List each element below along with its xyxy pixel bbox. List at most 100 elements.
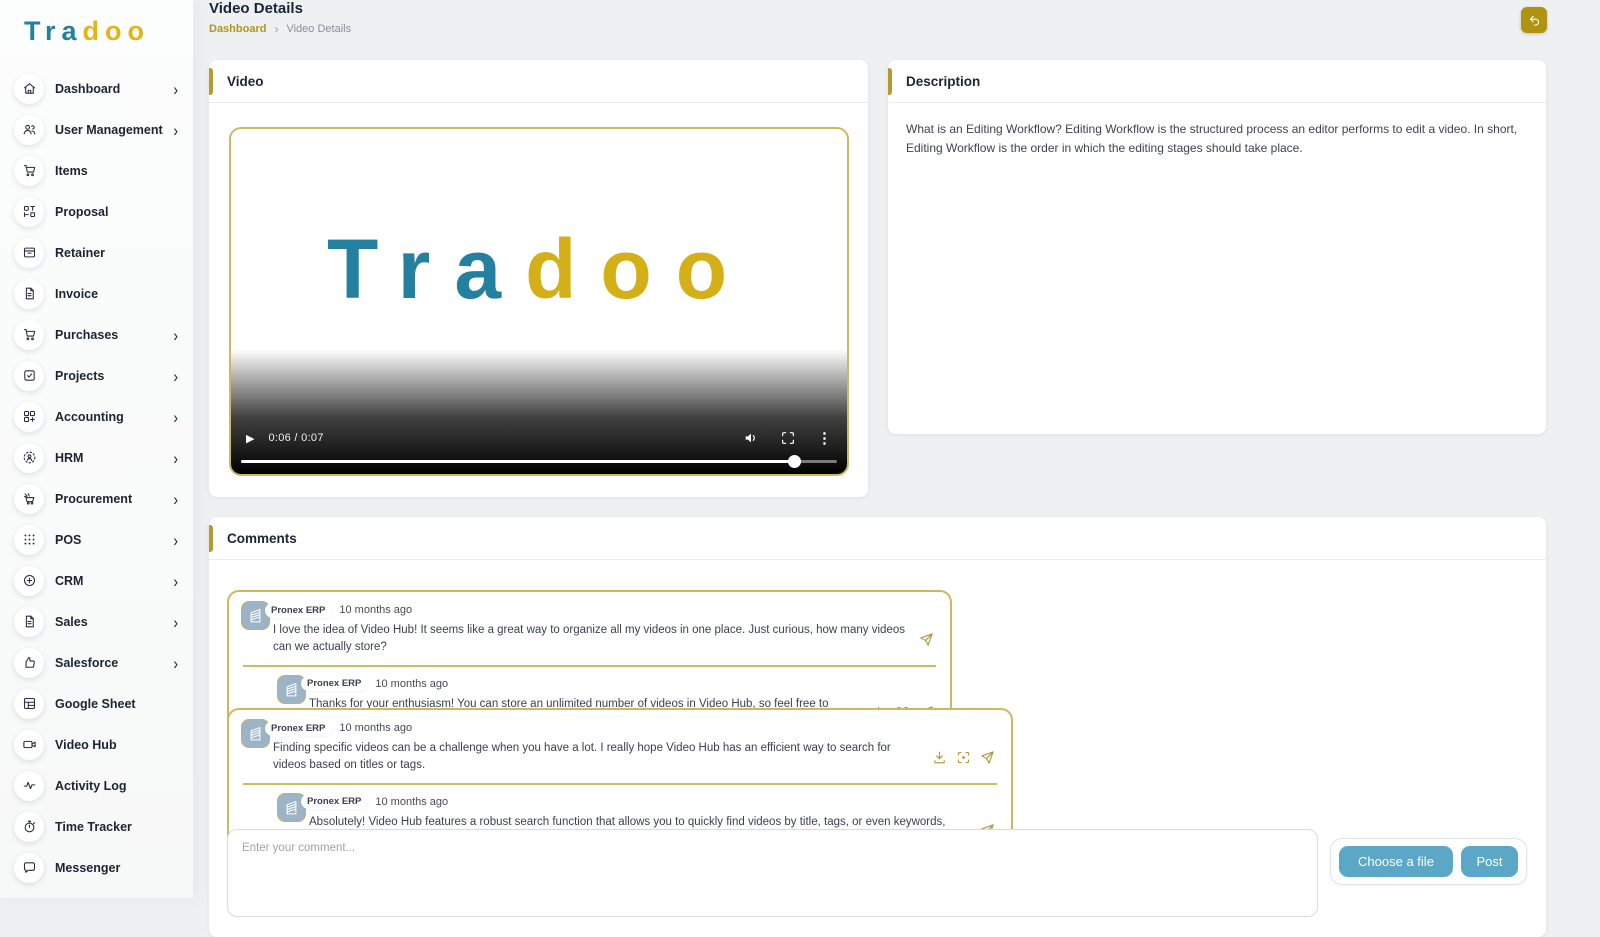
send-icon[interactable] — [980, 750, 995, 765]
sidebar-item-user-management[interactable]: User Management › — [0, 109, 193, 150]
chevron-right-icon: › — [173, 572, 178, 589]
sidebar-item-accounting[interactable]: Accounting › — [0, 396, 193, 437]
circle-plus-icon — [14, 566, 44, 596]
procurement-cart-icon — [14, 484, 44, 514]
send-icon[interactable] — [919, 632, 934, 647]
watermark-teal-part: Tra — [327, 222, 525, 316]
choose-file-button[interactable]: Choose a file — [1339, 846, 1453, 877]
cart-icon — [14, 156, 44, 186]
comments-card-title: Comments — [209, 531, 297, 546]
video-card: Video Tradoo ▶ 0:06 / 0:07 ⋮ — [209, 60, 868, 497]
volume-icon[interactable] — [743, 430, 759, 446]
sidebar-item-label: Time Tracker — [55, 820, 132, 834]
sidebar-item-hrm[interactable]: HRM › — [0, 437, 193, 478]
chevron-right-icon: › — [173, 408, 178, 425]
sidebar-item-crm[interactable]: CRM › — [0, 560, 193, 601]
breadcrumb-dashboard-link[interactable]: Dashboard — [209, 23, 266, 35]
chevron-right-icon: › — [173, 121, 178, 138]
sidebar-item-pos[interactable]: POS › — [0, 519, 193, 560]
sidebar-item-dashboard[interactable]: Dashboard › — [0, 68, 193, 109]
sidebar-item-proposal[interactable]: Proposal — [0, 191, 193, 232]
comments-card-header: Comments — [209, 517, 1546, 560]
sidebar-item-invoice[interactable]: Invoice — [0, 273, 193, 314]
breadcrumb: Dashboard › Video Details — [209, 22, 351, 36]
comment-text: I love the idea of Video Hub! It seems l… — [273, 622, 907, 657]
comment-timestamp: 10 months ago — [375, 678, 448, 690]
sidebar-item-label: POS — [55, 533, 81, 547]
app-logo[interactable]: Tradoo — [0, 0, 193, 47]
chevron-right-icon: › — [173, 490, 178, 507]
home-icon — [14, 74, 44, 104]
sidebar-item-label: Activity Log — [55, 779, 127, 793]
dots-grid-icon — [14, 525, 44, 555]
video-watermark: Tradoo — [231, 221, 847, 318]
sidebar-item-projects[interactable]: Projects › — [0, 355, 193, 396]
sidebar-item-label: Items — [55, 164, 88, 178]
breadcrumb-separator: › — [274, 22, 278, 36]
page-title: Video Details — [209, 0, 303, 17]
description-card-header: Description — [888, 60, 1546, 103]
sidebar-item-label: Sales — [55, 615, 88, 629]
video-time-display: 0:06 / 0:07 — [268, 432, 323, 444]
gold-accent-bar — [209, 525, 213, 552]
sidebar-item-label: Invoice — [55, 287, 98, 301]
comment: Pronex ERP 10 months ago I love the idea… — [239, 598, 940, 660]
sidebar-item-messenger[interactable]: Messenger — [0, 847, 193, 888]
sidebar-item-items[interactable]: Items — [0, 150, 193, 191]
gold-accent-bar — [209, 68, 213, 95]
sidebar-item-purchases[interactable]: Purchases › — [0, 314, 193, 355]
building-icon — [282, 680, 301, 699]
fullscreen-icon[interactable] — [780, 430, 796, 446]
sidebar-item-salesforce[interactable]: Salesforce › — [0, 642, 193, 683]
chevron-right-icon: › — [173, 654, 178, 671]
sidebar-item-label: Accounting — [55, 410, 124, 424]
sidebar-item-label: Procurement — [55, 492, 132, 506]
sidebar-item-label: Google Sheet — [55, 697, 136, 711]
breadcrumb-current: Video Details — [286, 23, 351, 35]
sidebar-item-sales[interactable]: Sales › — [0, 601, 193, 642]
back-button[interactable] — [1521, 7, 1547, 33]
description-card-title: Description — [888, 74, 980, 89]
comment-input[interactable] — [227, 829, 1318, 917]
cart-icon — [14, 320, 44, 350]
grid-plus-icon — [14, 402, 44, 432]
sidebar-item-label: Salesforce — [55, 656, 118, 670]
logo-yellow-part: doo — [83, 16, 150, 46]
thread-divider — [243, 783, 997, 785]
comment-author: Pronex ERP — [301, 794, 369, 809]
check-square-icon — [14, 361, 44, 391]
more-options-icon[interactable]: ⋮ — [817, 429, 832, 447]
sidebar-item-label: Dashboard — [55, 82, 120, 96]
video-progress-bar[interactable] — [241, 460, 837, 463]
play-button[interactable]: ▶ — [246, 432, 254, 445]
comment-author: Pronex ERP — [265, 721, 333, 736]
sidebar-item-video-hub[interactable]: Video Hub — [0, 724, 193, 765]
sidebar-item-label: Messenger — [55, 861, 120, 875]
comment: Pronex ERP 10 months ago Finding specifi… — [239, 716, 1001, 778]
comments-card: Comments Pronex ERP 10 months ago I love… — [209, 517, 1546, 937]
sidebar-item-label: HRM — [55, 451, 83, 465]
sidebar: Tradoo Dashboard › User Management › Ite… — [0, 0, 193, 898]
sidebar-item-retainer[interactable]: Retainer — [0, 232, 193, 273]
chevron-right-icon: › — [173, 326, 178, 343]
sidebar-item-time-tracker[interactable]: Time Tracker — [0, 806, 193, 847]
chevron-right-icon: › — [173, 367, 178, 384]
download-icon[interactable] — [932, 750, 947, 765]
chevron-right-icon: › — [173, 613, 178, 630]
post-button[interactable]: Post — [1461, 846, 1518, 877]
scan-icon[interactable] — [956, 750, 971, 765]
users-icon — [14, 115, 44, 145]
video-player[interactable]: Tradoo ▶ 0:06 / 0:07 ⋮ — [229, 127, 849, 476]
video-card-header: Video — [209, 60, 868, 103]
building-icon — [282, 798, 301, 817]
sidebar-item-google-sheet[interactable]: Google Sheet — [0, 683, 193, 724]
pulse-icon — [14, 771, 44, 801]
video-camera-icon — [14, 730, 44, 760]
document-icon — [14, 607, 44, 637]
card-icon — [14, 238, 44, 268]
comment-timestamp: 10 months ago — [375, 796, 448, 808]
sidebar-item-activity-log[interactable]: Activity Log — [0, 765, 193, 806]
gold-accent-bar — [888, 68, 892, 95]
sidebar-item-procurement[interactable]: Procurement › — [0, 478, 193, 519]
undo-icon — [1528, 14, 1541, 27]
